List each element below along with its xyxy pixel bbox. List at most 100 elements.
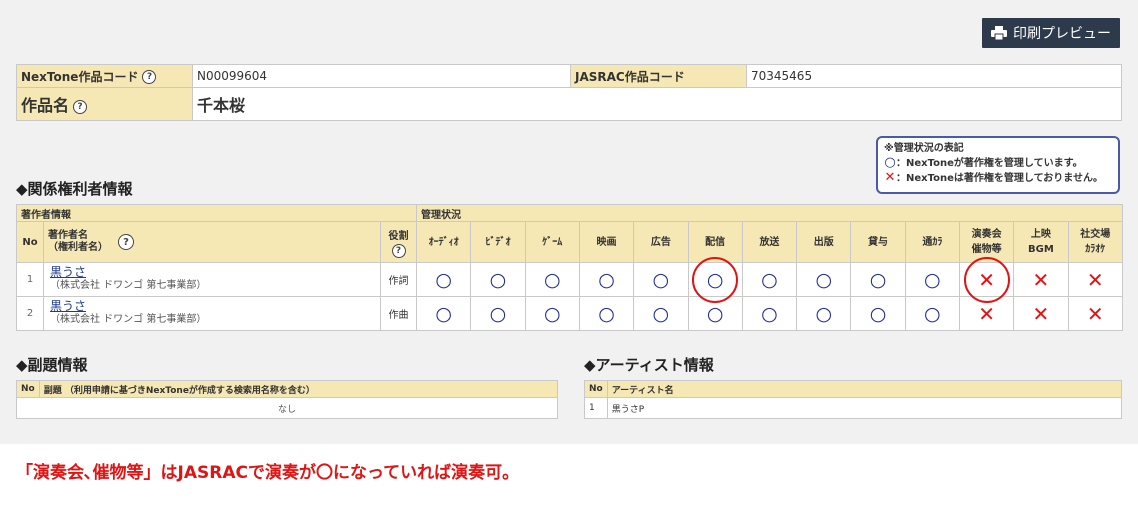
subtitle-empty: なし <box>16 397 558 419</box>
artist-col-name: アーティスト名 <box>606 380 1123 398</box>
jasrac-code-label: JASRAC作品コード <box>570 64 747 88</box>
nextone-code-label: NexTone作品コード? <box>16 64 193 88</box>
subtitle-table: No 副題 （利用申請に基づきNexToneが作成する検索用名称を含む） なし <box>16 380 559 419</box>
status-cell: ○ <box>850 296 906 331</box>
work-title-label: 作品名? <box>16 87 193 121</box>
rights-row: 1 黒うさ （株式会社 ドワンゴ 第七事業部） 作詞 ○ ○ ○ ○ ○ ○ ○ ○ ○ ○ ✕ ✕ ✕ <box>16 256 1123 303</box>
legend-heading: ※管理状況の表記 <box>884 143 964 154</box>
circle-icon: ○ <box>924 268 941 291</box>
status-cell: ✕ <box>1067 296 1123 331</box>
col-author-name: 著作者名 （権利者名） ? <box>43 221 381 263</box>
status-cell: ○ <box>687 256 743 303</box>
status-cell: ○ <box>416 296 472 331</box>
status-cell: ○ <box>741 262 798 297</box>
status-cell: ○ <box>796 296 852 331</box>
publisher-name: （株式会社 ドワンゴ 第七事業部） <box>50 280 207 291</box>
circle-icon: ○ <box>543 268 561 291</box>
col-status-12: 社交場 ｶﾗｵｹ <box>1067 221 1123 263</box>
cross-icon: ✕ <box>884 170 896 185</box>
circle-icon: ○ <box>598 302 615 325</box>
help-icon[interactable]: ? <box>142 70 157 84</box>
circle-icon: ○ <box>869 302 887 325</box>
circle-icon: ○ <box>761 302 778 325</box>
circle-icon: ○ <box>815 302 833 325</box>
col-status-2: ｹﾞｰﾑ <box>524 221 580 263</box>
circle-icon: ○ <box>435 302 452 325</box>
cross-icon: ✕ <box>963 256 1010 303</box>
col-status-9: 通ｶﾗ <box>904 221 960 263</box>
col-status-0: ｵｰﾃﾞｨｵ <box>416 221 472 263</box>
cross-icon: ✕ <box>1086 301 1104 326</box>
status-cell: ○ <box>850 262 906 297</box>
artist-row: 1 黒うさP <box>584 397 1123 419</box>
circle-icon: ○ <box>435 268 452 291</box>
col-status-8: 貸与 <box>850 221 906 263</box>
status-legend: ※管理状況の表記 ○：NexToneが著作権を管理しています。 ✕：NexTon… <box>876 136 1120 194</box>
status-cell: ○ <box>416 262 472 297</box>
status-cell: ○ <box>633 296 689 331</box>
col-status-3: 映画 <box>578 221 635 263</box>
col-status-1: ﾋﾞﾃﾞｵ <box>470 221 526 263</box>
status-cell: ✕ <box>958 256 1015 303</box>
work-info-table: NexTone作品コード? N00099604 JASRAC作品コード 7034… <box>16 64 1122 121</box>
cross-icon: ✕ <box>978 301 996 326</box>
artist-col-no: No <box>584 380 608 398</box>
print-preview-button[interactable]: 印刷プレビュー <box>982 18 1120 48</box>
legend-x-row: ✕：NexToneは著作権を管理しておりません。 <box>884 170 1103 185</box>
circle-icon: ○ <box>652 268 670 291</box>
status-cell: ○ <box>470 296 526 331</box>
row-no: 1 <box>16 262 44 297</box>
subtitle-col-no: No <box>16 380 40 398</box>
help-icon[interactable]: ? <box>391 243 406 258</box>
subtitle-col-title: 副題 （利用申請に基づきNexToneが作成する検索用名称を含む） <box>38 380 559 398</box>
cross-icon: ✕ <box>1032 267 1050 292</box>
circle-icon: ○ <box>924 302 941 325</box>
artist-no: 1 <box>584 397 608 419</box>
status-cell: ○ <box>741 296 798 331</box>
print-preview-label: 印刷プレビュー <box>1013 26 1111 42</box>
work-title-value: 千本桜 <box>192 87 1122 121</box>
jasrac-code-value: 70345465 <box>746 64 1122 88</box>
status-cell: ○ <box>904 262 960 297</box>
col-no: No <box>16 221 44 263</box>
printer-icon <box>991 26 1007 40</box>
rights-section-title: ◆関係権利者情報 <box>16 180 133 198</box>
circle-icon: ○ <box>692 256 738 303</box>
status-cell: ○ <box>578 262 635 297</box>
performance-note: 「演奏会､催物等」はJASRACで演奏が〇になっていれば演奏可。 <box>16 463 520 483</box>
circle-icon: ○ <box>884 155 896 170</box>
status-cell: ○ <box>524 262 580 297</box>
status-cell: ✕ <box>1013 262 1069 297</box>
col-status-6: 放送 <box>741 221 798 263</box>
help-icon[interactable]: ? <box>118 234 134 250</box>
help-icon[interactable]: ? <box>73 99 88 114</box>
cross-icon: ✕ <box>1086 267 1104 292</box>
rights-row: 2 黒うさ （株式会社 ドワンゴ 第七事業部） 作曲 ○ ○ ○ ○ ○ ○ ○ ○ ○ ○ ✕ ✕ ✕ <box>16 296 1123 331</box>
status-cell: ○ <box>904 296 960 331</box>
status-cell: ✕ <box>1067 262 1123 297</box>
author-name-link[interactable]: 黒うさ <box>50 266 380 279</box>
artist-section-title: ◆アーティスト情報 <box>584 356 714 374</box>
artist-table: No アーティスト名 1 黒うさP <box>584 380 1123 419</box>
circle-icon: ○ <box>761 268 778 291</box>
author-name-link[interactable]: 黒うさ <box>50 300 380 313</box>
publisher-name: （株式会社 ドワンゴ 第七事業部） <box>50 314 207 325</box>
circle-icon: ○ <box>652 302 670 325</box>
status-cell: ○ <box>470 262 526 297</box>
circle-icon: ○ <box>815 268 833 291</box>
legend-o-row: ○：NexToneが著作権を管理しています。 <box>884 155 1083 170</box>
col-status-7: 出版 <box>796 221 852 263</box>
status-cell: ○ <box>524 296 580 331</box>
col-status-4: 広告 <box>633 221 689 263</box>
row-no: 2 <box>16 296 44 331</box>
author-cell: 黒うさ （株式会社 ドワンゴ 第七事業部） <box>43 262 381 297</box>
circle-icon: ○ <box>598 268 615 291</box>
author-cell: 黒うさ （株式会社 ドワンゴ 第七事業部） <box>43 296 381 331</box>
circle-icon: ○ <box>489 302 507 325</box>
role: 作曲 <box>379 296 418 331</box>
status-cell: ○ <box>633 262 689 297</box>
status-group-header: 管理状況 <box>416 204 1123 222</box>
circle-icon: ○ <box>869 268 887 291</box>
nextone-code-value: N00099604 <box>192 64 571 88</box>
author-group-header: 著作者情報 <box>15 204 418 222</box>
